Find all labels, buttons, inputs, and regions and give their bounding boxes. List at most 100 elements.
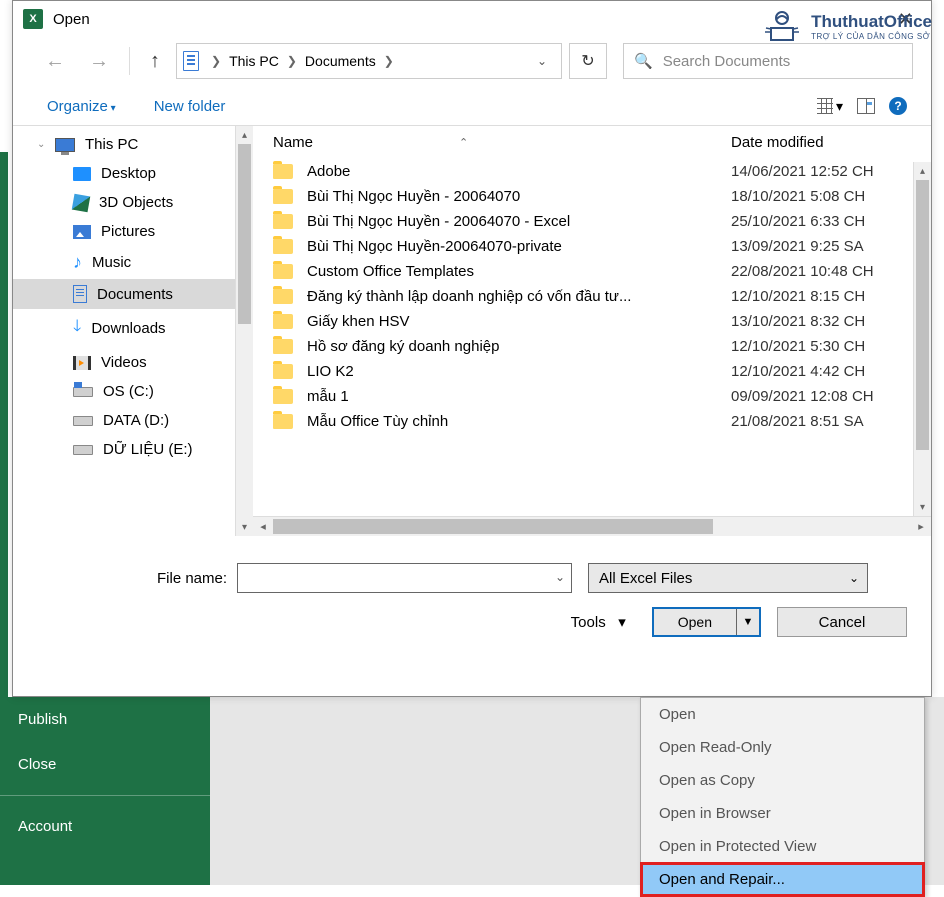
help-icon[interactable]: ? — [889, 97, 907, 115]
open-split-button[interactable]: Open ▼ — [652, 607, 761, 637]
file-date: 21/08/2021 8:51 SA — [731, 413, 931, 430]
file-row[interactable]: mẫu 109/09/2021 12:08 CH — [253, 384, 931, 409]
file-date: 18/10/2021 5:08 CH — [731, 188, 931, 205]
file-date: 22/08/2021 10:48 CH — [731, 263, 931, 280]
search-input[interactable]: 🔍 Search Documents — [623, 43, 913, 79]
file-date: 12/10/2021 8:15 CH — [731, 288, 931, 305]
tree-drive-c[interactable]: OS (C:) — [13, 377, 253, 406]
drive-icon — [73, 387, 93, 397]
file-name: Custom Office Templates — [307, 263, 731, 280]
breadcrumb-thispc[interactable]: This PC — [225, 51, 283, 71]
file-name: Bùi Thị Ngọc Huyền-20064070-private — [307, 238, 731, 255]
forward-arrow-icon: → — [81, 46, 117, 77]
back-arrow-icon[interactable]: ← — [37, 46, 73, 77]
document-icon — [73, 285, 87, 303]
refresh-icon[interactable]: ↻ — [569, 43, 607, 79]
excel-icon: X — [23, 9, 43, 29]
menu-open-repair[interactable]: Open and Repair... — [641, 863, 924, 896]
file-hscrollbar[interactable]: ◂▸ — [253, 516, 931, 536]
drive-icon — [73, 416, 93, 426]
backstage-close[interactable]: Close — [0, 742, 210, 787]
tree-downloads[interactable]: 🡓Downloads — [13, 309, 253, 348]
file-row[interactable]: Mẫu Office Tùy chỉnh21/08/2021 8:51 SA — [253, 409, 931, 434]
separator — [129, 47, 130, 75]
chevron-right-icon: ❯ — [380, 54, 398, 68]
picture-icon — [73, 225, 91, 239]
file-vscrollbar[interactable]: ▴▾ — [913, 162, 931, 516]
file-row[interactable]: Bùi Thị Ngọc Huyền - 20064070 - Excel25/… — [253, 209, 931, 234]
file-name: mẫu 1 — [307, 388, 731, 405]
filename-input[interactable]: ⌄ — [237, 563, 572, 593]
file-row[interactable]: Đăng ký thành lập doanh nghiệp có vốn đầ… — [253, 284, 931, 309]
tree-scrollbar[interactable]: ▴▾ — [235, 126, 253, 536]
tree-documents[interactable]: Documents — [13, 279, 253, 309]
file-date: 25/10/2021 6:33 CH — [731, 213, 931, 230]
search-icon: 🔍 — [634, 52, 653, 70]
search-placeholder: Search Documents — [663, 53, 791, 70]
folder-tree: ⌄This PC Desktop 3D Objects Pictures ♪Mu… — [13, 126, 253, 536]
chevron-down-icon: ⌄ — [849, 571, 859, 585]
tree-music[interactable]: ♪Music — [13, 246, 253, 279]
breadcrumb[interactable]: ❯ This PC ❯ Documents ❯ ⌄ — [176, 43, 562, 79]
column-headers[interactable]: Name⌃ Date modified — [253, 126, 931, 159]
folder-icon — [273, 289, 293, 304]
file-date: 13/09/2021 9:25 SA — [731, 238, 931, 255]
folder-icon — [273, 189, 293, 204]
menu-open[interactable]: Open — [641, 698, 924, 731]
tree-drive-d[interactable]: DATA (D:) — [13, 406, 253, 435]
backstage-account[interactable]: Account — [0, 804, 210, 849]
menu-open-readonly[interactable]: Open Read-Only — [641, 731, 924, 764]
cube-icon — [72, 193, 91, 212]
file-date: 13/10/2021 8:32 CH — [731, 313, 931, 330]
view-options-button[interactable]: ▾ — [817, 98, 843, 115]
download-icon: 🡓 — [73, 315, 81, 342]
organize-button[interactable]: Organize — [47, 98, 116, 115]
open-dropdown-icon[interactable]: ▼ — [737, 609, 759, 635]
chevron-down-icon[interactable]: ⌄ — [529, 50, 555, 72]
sort-asc-icon: ⌃ — [459, 136, 468, 149]
open-button[interactable]: Open — [654, 609, 737, 635]
menu-open-browser[interactable]: Open in Browser — [641, 797, 924, 830]
file-name: LIO K2 — [307, 363, 731, 380]
file-name: Đăng ký thành lập doanh nghiệp có vốn đầ… — [307, 288, 731, 305]
tree-thispc[interactable]: ⌄This PC — [13, 130, 253, 159]
watermark: ThuthuatOfficeTRỢ LÝ CỦA DÂN CÔNG SỞ — [761, 6, 932, 46]
file-name: Hồ sơ đăng ký doanh nghiệp — [307, 338, 731, 355]
cancel-button[interactable]: Cancel — [777, 607, 907, 637]
file-row[interactable]: Hồ sơ đăng ký doanh nghiệp12/10/2021 5:3… — [253, 334, 931, 359]
tree-pictures[interactable]: Pictures — [13, 217, 253, 246]
file-list: Name⌃ Date modified Adobe14/06/2021 12:5… — [253, 126, 931, 536]
chevron-down-icon[interactable]: ⌄ — [555, 570, 565, 584]
menu-open-copy[interactable]: Open as Copy — [641, 764, 924, 797]
tree-drive-e[interactable]: DỮ LIỆU (E:) — [13, 435, 253, 464]
up-arrow-icon[interactable]: ↑ — [142, 46, 168, 77]
breadcrumb-documents[interactable]: Documents — [301, 51, 380, 71]
file-row[interactable]: Adobe14/06/2021 12:52 CH — [253, 159, 931, 184]
preview-pane-icon[interactable] — [857, 98, 875, 114]
open-dropdown-menu: Open Open Read-Only Open as Copy Open in… — [640, 697, 925, 897]
file-date: 09/09/2021 12:08 CH — [731, 388, 931, 405]
menu-open-protected[interactable]: Open in Protected View — [641, 830, 924, 863]
file-row[interactable]: Custom Office Templates22/08/2021 10:48 … — [253, 259, 931, 284]
music-icon: ♪ — [73, 252, 82, 273]
tree-videos[interactable]: Videos — [13, 348, 253, 377]
folder-icon — [273, 264, 293, 279]
tree-desktop[interactable]: Desktop — [13, 159, 253, 188]
file-name: Bùi Thị Ngọc Huyền - 20064070 - Excel — [307, 213, 731, 230]
file-date: 12/10/2021 4:42 CH — [731, 363, 931, 380]
folder-icon — [273, 164, 293, 179]
new-folder-button[interactable]: New folder — [154, 98, 226, 115]
folder-icon — [273, 239, 293, 254]
filetype-filter[interactable]: All Excel Files⌄ — [588, 563, 868, 593]
backstage-publish[interactable]: Publish — [0, 697, 210, 742]
open-dialog: X Open ✕ ← → ↑ ❯ This PC ❯ Documents ❯ ⌄… — [12, 0, 932, 697]
folder-icon — [273, 314, 293, 329]
file-row[interactable]: LIO K212/10/2021 4:42 CH — [253, 359, 931, 384]
file-row[interactable]: Bùi Thị Ngọc Huyền-20064070-private13/09… — [253, 234, 931, 259]
tools-button[interactable]: Tools — [571, 613, 626, 631]
file-row[interactable]: Giấy khen HSV13/10/2021 8:32 CH — [253, 309, 931, 334]
folder-icon — [273, 214, 293, 229]
folder-icon — [273, 389, 293, 404]
tree-3dobjects[interactable]: 3D Objects — [13, 188, 253, 217]
file-row[interactable]: Bùi Thị Ngọc Huyền - 2006407018/10/2021 … — [253, 184, 931, 209]
